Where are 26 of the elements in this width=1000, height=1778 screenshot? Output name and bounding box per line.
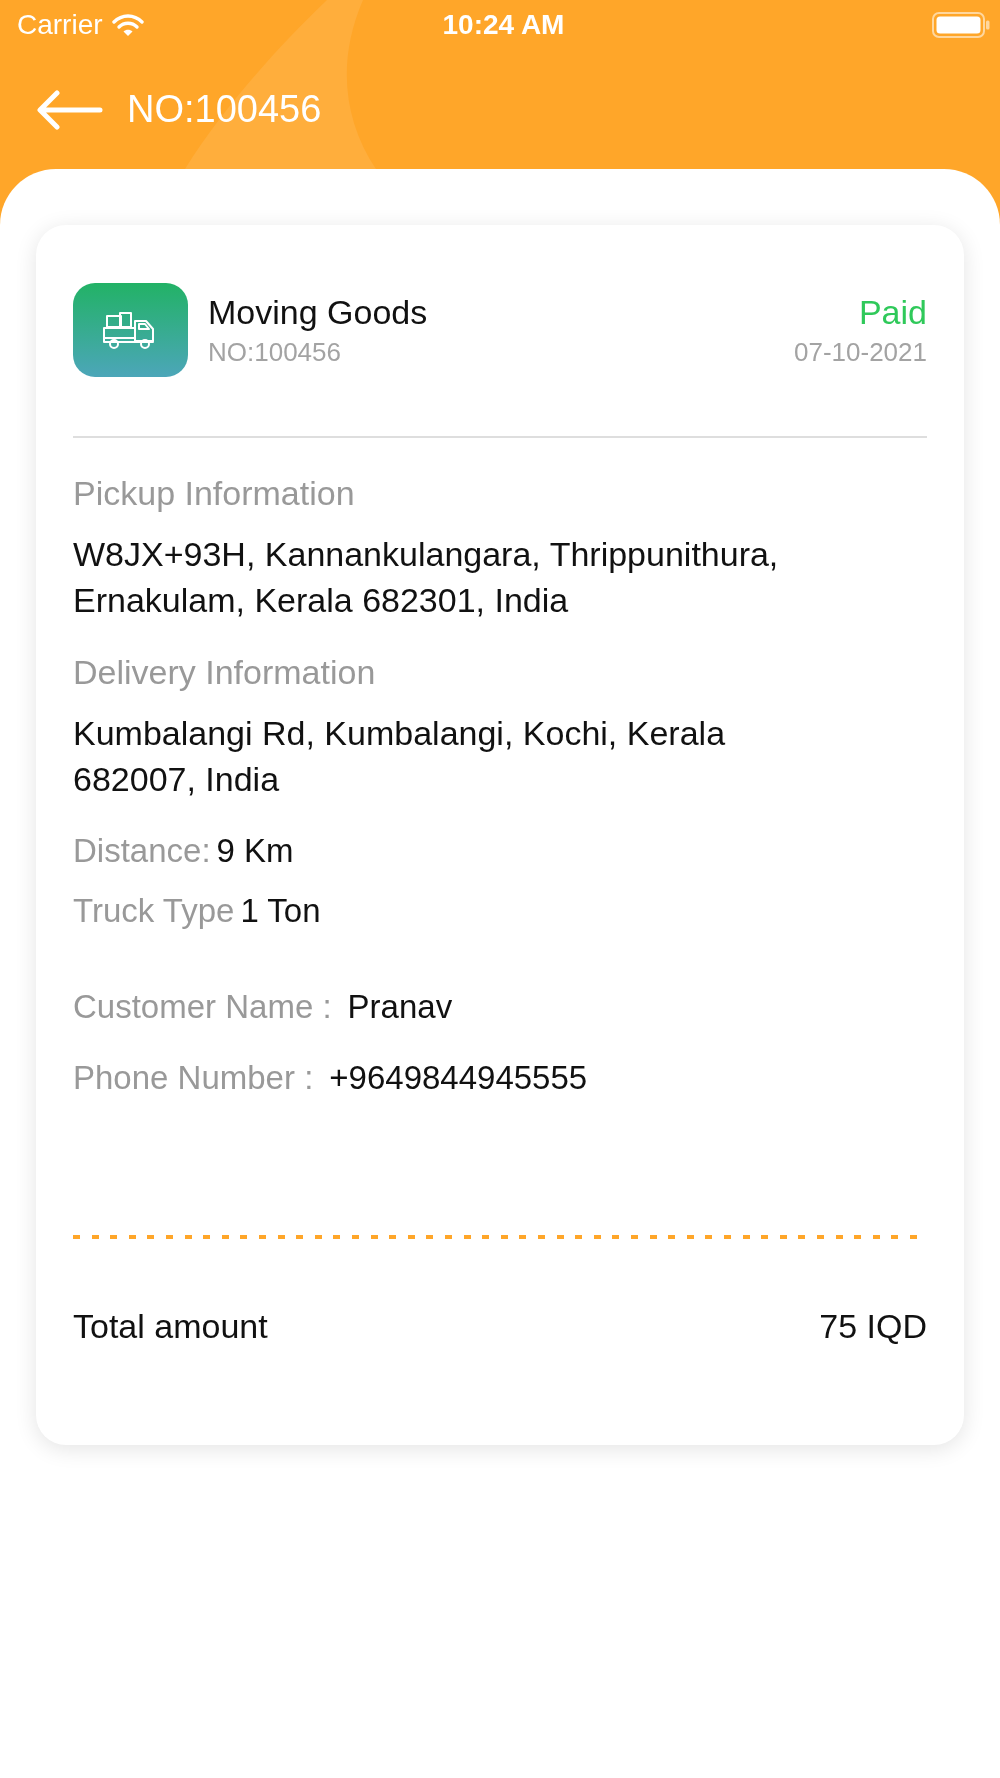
carrier-name: Carrier: [17, 11, 103, 39]
page-title: NO:100456: [127, 86, 322, 132]
service-name: Moving Goods: [208, 292, 428, 333]
address-text: Kumbalangi Rd, Kumbalangi, Kochi, Kerala 682007, India: [73, 713, 727, 800]
wifi-icon: [111, 13, 144, 37]
detail-label: Truck Type: [73, 891, 235, 931]
payment-status: Paid: [858, 292, 927, 333]
back-button[interactable]: [36, 89, 103, 130]
arrow-left-icon: [36, 89, 103, 130]
detail-value: 1 Ton: [240, 891, 321, 931]
address-text: W8JX+93H, Kannankulangara, Thrippunithura, Ernakulam, Kerala 682301, India: [73, 534, 780, 621]
customer-value: Pranav: [347, 987, 453, 1027]
battery-icon: [932, 12, 990, 38]
detail-label: Distance:: [73, 831, 211, 871]
total-label: Total amount: [73, 1306, 268, 1347]
truck-icon: [73, 283, 188, 377]
section-label: Delivery Information: [73, 652, 377, 693]
detail-value: 9 Km: [216, 831, 294, 871]
order-number: NO:100456: [208, 336, 341, 368]
customer-label: Phone Number :: [73, 1058, 314, 1098]
order-date: 07-10-2021: [794, 336, 927, 368]
section-label: Pickup Information: [73, 473, 356, 514]
status-time: 10:24 AM: [442, 11, 565, 39]
customer-value: +9649844945555: [329, 1058, 588, 1098]
customer-label: Customer Name :: [73, 987, 332, 1027]
total-amount: 75 IQD: [819, 1306, 927, 1347]
